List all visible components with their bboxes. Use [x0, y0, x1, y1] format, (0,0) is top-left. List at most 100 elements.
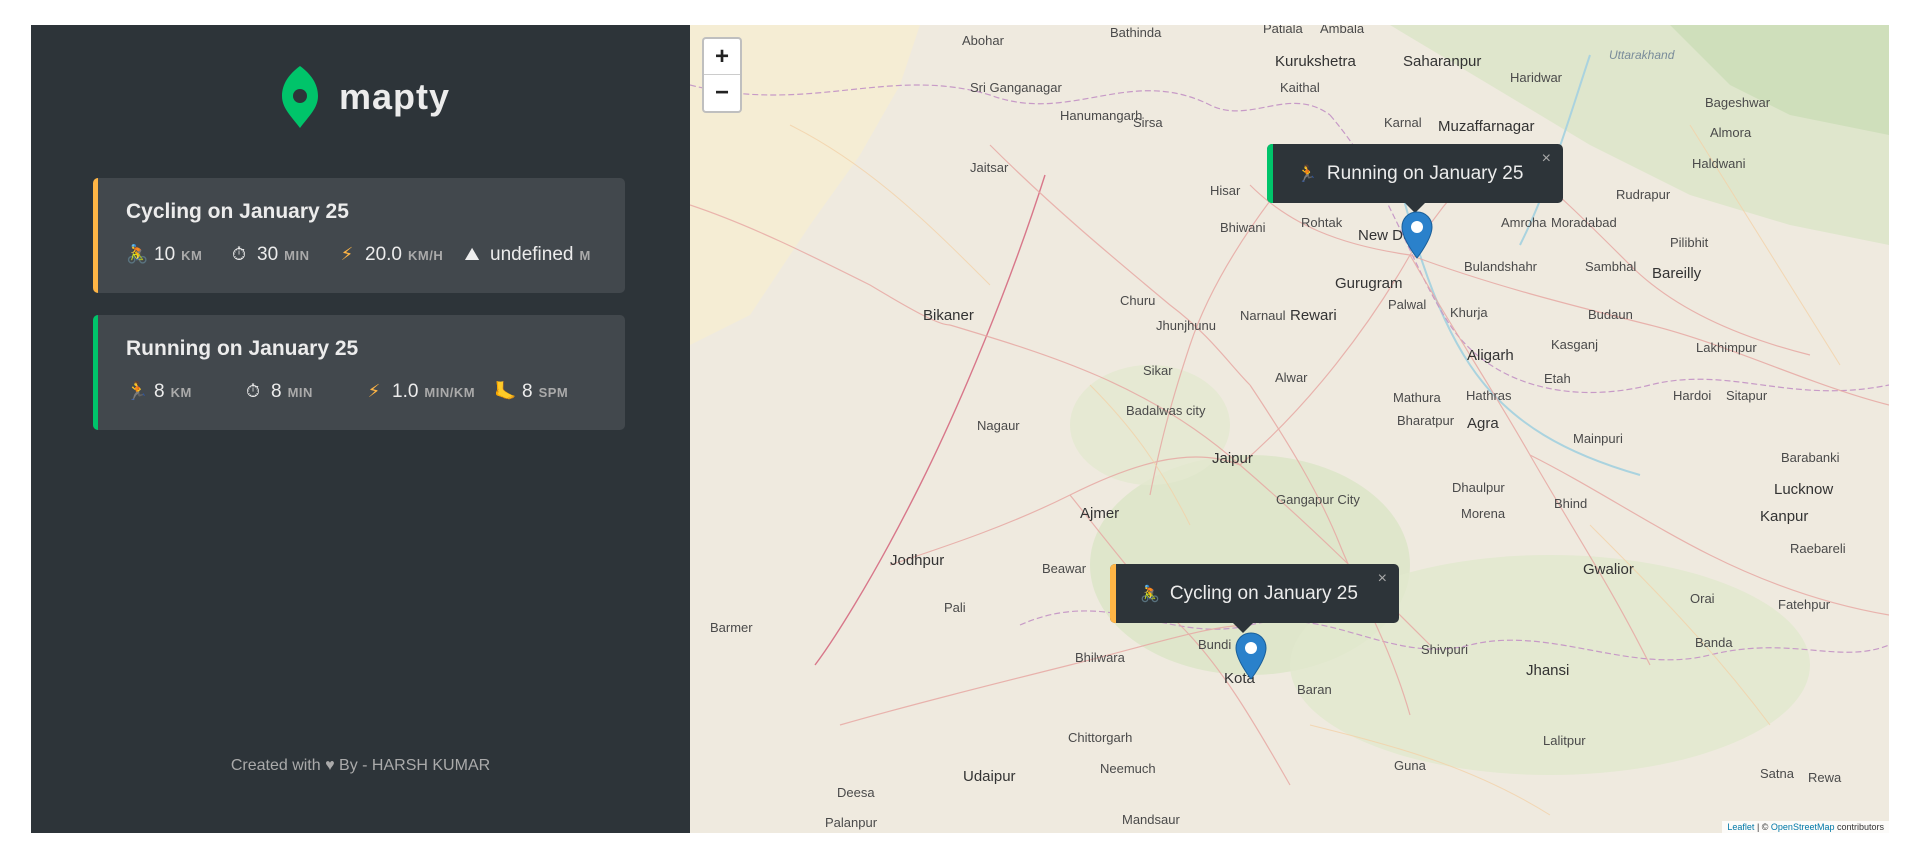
zoom-in-button[interactable]: + [704, 39, 740, 75]
map-label: Gurugram [1335, 275, 1403, 292]
map-label: Saharanpur [1403, 53, 1482, 70]
runner-icon: 🏃 [1297, 165, 1317, 183]
map-label: Jaitsar [970, 160, 1009, 175]
map-marker-icon[interactable] [1235, 632, 1267, 680]
map-label: Muzaffarnagar [1438, 118, 1535, 135]
map-attribution: Leaflet | © OpenStreetMap contributors [1722, 821, 1889, 833]
distance-value: 8 [154, 381, 165, 402]
map-label: Jhunjhunu [1156, 318, 1216, 333]
workout-speed: ⚡ 20.0 KM/H [337, 244, 462, 266]
cadence-value: 8 [522, 381, 533, 402]
map-label: Palwal [1388, 297, 1427, 312]
workout-type-bar [93, 315, 98, 430]
map-label: Rewa [1808, 770, 1842, 785]
speed-unit: KM/H [407, 248, 444, 263]
map-label: Amroha [1501, 215, 1547, 230]
workout-pace: ⚡ 1.0 MIN/KM [364, 381, 494, 403]
map-label: Fatehpur [1778, 597, 1831, 612]
cadence-unit: SPM [538, 385, 569, 400]
map-label: Hathras [1466, 388, 1512, 403]
map-label: Rudrapur [1616, 187, 1671, 202]
map-label: Gangapur City [1276, 492, 1360, 507]
map-label: Ajmer [1080, 505, 1120, 522]
map-label: Shivpuri [1421, 642, 1468, 657]
workout-duration: ⏱ 8 MIN [243, 381, 364, 403]
map[interactable]: Abohar Bathinda Patiala Ambala Kurukshet… [690, 25, 1889, 833]
map-label: Churu [1120, 293, 1156, 308]
map-label: Barmer [710, 620, 753, 635]
zoom-control: + − [702, 37, 742, 113]
workout-details: 🏃 8 KM ⏱ 8 MIN ⚡ 1.0 MIN/KM 🦶 8 SPM [126, 381, 568, 403]
map-label: Banda [1695, 635, 1733, 650]
pace-value: 1.0 [392, 381, 419, 402]
stopwatch-icon: ⏱ [245, 381, 261, 401]
workout-card-running[interactable]: Running on January 25 🏃 8 KM ⏱ 8 MIN ⚡ 1… [93, 315, 625, 430]
map-label: Sri Ganganagar [970, 80, 1062, 95]
map-label: Etah [1544, 371, 1571, 386]
leaflet-link[interactable]: Leaflet [1727, 822, 1754, 832]
map-label: Abohar [962, 33, 1004, 48]
map-label: Kurukshetra [1275, 53, 1356, 70]
map-label: Sirsa [1133, 115, 1163, 130]
workout-popup-cycling[interactable]: 🚴 Cycling on January 25 × [1110, 564, 1399, 633]
close-icon[interactable]: × [1542, 150, 1551, 168]
map-label: Lucknow [1774, 481, 1834, 498]
sidebar: mapty Cycling on January 25 🚴 10 KM ⏱ 30… [31, 25, 690, 833]
map-label: Raebareli [1790, 541, 1846, 556]
map-label: Udaipur [963, 768, 1016, 785]
brand-name: mapty [339, 76, 451, 117]
bicycle-icon: 🚴 [126, 244, 149, 264]
map-label: Nagaur [977, 418, 1020, 433]
popup-text: Running on January 25 [1326, 162, 1524, 184]
map-label: Kanpur [1760, 508, 1809, 525]
foot-icon: 🦶 [494, 381, 517, 401]
map-label: Patiala [1263, 25, 1303, 36]
map-label: Narnaul [1240, 308, 1286, 323]
map-label: Bageshwar [1705, 95, 1771, 110]
workout-distance: 🏃 8 KM [126, 381, 243, 403]
map-pin-logo-icon [282, 66, 318, 128]
map-label: Hardoi [1673, 388, 1712, 403]
distance-value: 10 [154, 244, 176, 265]
lightning-icon: ⚡ [367, 381, 381, 401]
workout-title: Cycling on January 25 [126, 200, 349, 223]
map-label: Beawar [1042, 561, 1087, 576]
distance-unit: KM [170, 385, 192, 400]
map-label: Baran [1297, 682, 1332, 697]
map-label: Hisar [1210, 183, 1241, 198]
bicycle-icon: 🚴 [1140, 585, 1160, 603]
workout-type-bar [93, 178, 98, 293]
map-label: Bhiwani [1220, 220, 1266, 235]
pace-unit: MIN/KM [424, 385, 476, 400]
attribution-suffix: contributors [1834, 822, 1884, 832]
map-label: Alwar [1275, 370, 1308, 385]
map-label: Bikaner [923, 307, 974, 324]
map-label: Aligarh [1467, 347, 1514, 364]
map-label: Hanumangarh [1060, 108, 1143, 123]
copyright: Created with ♥ By - HARSH KUMAR [230, 757, 491, 774]
map-label: Palanpur [825, 815, 878, 830]
map-label: Karnal [1384, 115, 1422, 130]
close-icon[interactable]: × [1378, 570, 1387, 588]
map-label: Rewari [1290, 307, 1337, 324]
stopwatch-icon: ⏱ [231, 244, 247, 264]
duration-unit: MIN [287, 385, 313, 400]
map-marker-icon[interactable] [1401, 211, 1433, 259]
elevation-value: undefined [490, 244, 574, 265]
map-label: Haldwani [1692, 156, 1746, 171]
elevation-unit: M [579, 248, 591, 263]
logo: mapty [279, 64, 450, 130]
zoom-out-button[interactable]: − [704, 75, 740, 111]
map-label: Almora [1710, 125, 1752, 140]
popup-type-bar [1110, 564, 1116, 623]
map-label: Satna [1760, 766, 1794, 781]
popup-type-bar [1267, 144, 1273, 203]
distance-unit: KM [181, 248, 203, 263]
workout-card-cycling[interactable]: Cycling on January 25 🚴 10 KM ⏱ 30 MIN ⚡… [93, 178, 625, 293]
map-label: Jhansi [1526, 662, 1570, 679]
osm-link[interactable]: OpenStreetMap [1771, 822, 1835, 832]
workout-elevation: ⛰ undefined M [462, 244, 591, 266]
map-label: Barabanki [1781, 450, 1840, 465]
workout-popup-running[interactable]: 🏃 Running on January 25 × [1267, 144, 1563, 213]
workout-details: 🚴 10 KM ⏱ 30 MIN ⚡ 20.0 KM/H ⛰ undefined [126, 244, 591, 266]
